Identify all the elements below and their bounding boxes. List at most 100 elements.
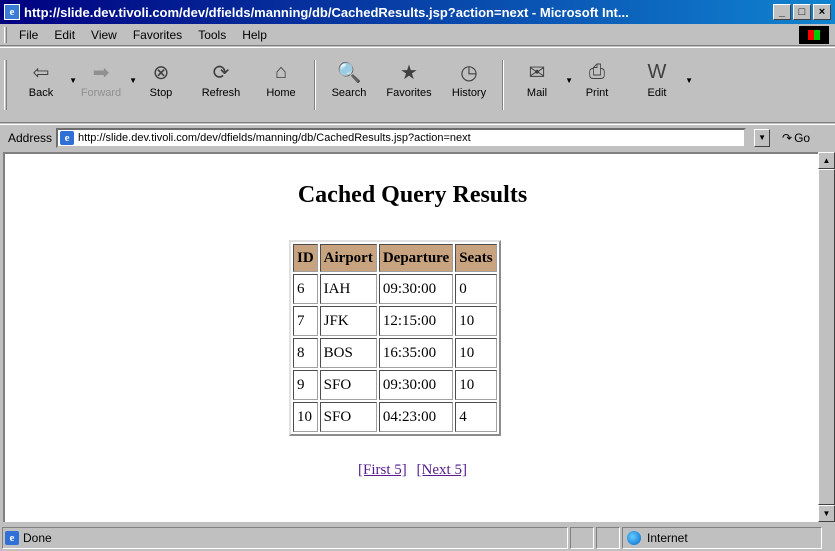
page-icon: e [60, 130, 75, 145]
home-icon: ⌂ [274, 60, 288, 83]
address-input[interactable]: e http://slide.dev.tivoli.com/dev/dfield… [56, 127, 747, 148]
table-row: 7 JFK 12:15:00 10 [293, 306, 497, 336]
home-label: Home [266, 87, 296, 99]
column-header-airport: Airport [319, 244, 377, 272]
address-url: http://slide.dev.tivoli.com/dev/dfields/… [78, 131, 471, 144]
toolbar-grip[interactable] [4, 60, 7, 110]
edit-button[interactable]: W Edit ▼ [627, 60, 693, 100]
cell-airport: IAH [319, 274, 377, 304]
maximize-button[interactable]: □ [793, 4, 811, 20]
history-icon: ◷ [460, 61, 478, 84]
refresh-label: Refresh [201, 87, 241, 99]
scroll-down-icon[interactable]: ▼ [818, 505, 835, 522]
first-5-link[interactable]: [First 5] [358, 462, 407, 478]
edit-label: Edit [647, 87, 667, 99]
cell-departure: 16:35:00 [378, 338, 454, 368]
go-button[interactable]: ↷ Go [782, 131, 810, 145]
ie-logo-icon: e [4, 4, 20, 20]
search-icon: 🔍 [336, 61, 362, 84]
edit-icon: W [647, 60, 667, 83]
address-label: Address [8, 130, 53, 145]
status-text: Done [23, 530, 52, 545]
table-row: 8 BOS 16:35:00 10 [293, 338, 497, 368]
stop-button[interactable]: ⊗ Stop [131, 60, 191, 100]
column-header-id: ID [293, 244, 318, 272]
cell-id: 6 [293, 274, 318, 304]
go-arrow-icon: ↷ [782, 130, 793, 145]
table-row: 10 SFO 04:23:00 4 [293, 402, 497, 432]
scroll-thumb[interactable] [818, 169, 835, 505]
status-text-pane: e Done [2, 526, 568, 549]
cell-seats: 4 [455, 402, 497, 432]
forward-button[interactable]: ➡ Forward ▼ [71, 60, 137, 100]
back-button[interactable]: ⇦ Back ▼ [11, 60, 77, 100]
menu-view[interactable]: View [83, 28, 125, 42]
page-title: Cached Query Results [297, 182, 528, 208]
page-icon: e [5, 530, 19, 545]
history-label: History [451, 87, 487, 99]
menu-file[interactable]: File [11, 28, 46, 42]
table-row: 9 SFO 09:30:00 10 [293, 370, 497, 400]
favorites-button[interactable]: ★ Favorites [379, 60, 439, 100]
windows-logo-throbber [799, 26, 829, 44]
refresh-icon: ⟳ [212, 61, 230, 84]
standard-toolbar: ⇦ Back ▼ ➡ Forward ▼ ⊗ Stop ⟳ Refresh ⌂ … [0, 47, 835, 123]
favorites-label: Favorites [386, 87, 432, 99]
forward-label: Forward [80, 87, 122, 99]
search-label: Search [331, 87, 367, 99]
internet-globe-icon [627, 530, 641, 545]
cell-seats: 10 [455, 306, 497, 336]
mail-button[interactable]: ✉ Mail ▼ [507, 60, 573, 100]
cell-id: 9 [293, 370, 318, 400]
address-dropdown-icon[interactable]: ▼ [754, 128, 771, 147]
cell-airport: SFO [319, 370, 377, 400]
pager: [First 5] [Next 5] [5, 462, 818, 479]
cell-seats: 10 [455, 370, 497, 400]
cell-departure: 09:30:00 [378, 274, 454, 304]
cell-departure: 09:30:00 [378, 370, 454, 400]
vertical-scrollbar[interactable]: ▲ ▼ [818, 152, 835, 522]
cell-airport: SFO [319, 402, 377, 432]
windows-flag-icon [808, 30, 820, 40]
history-button[interactable]: ◷ History [439, 60, 499, 100]
refresh-button[interactable]: ⟳ Refresh [191, 60, 251, 100]
menu-help[interactable]: Help [234, 28, 275, 42]
menu-edit[interactable]: Edit [46, 28, 83, 42]
status-pane-empty [596, 526, 620, 549]
mail-label: Mail [526, 87, 548, 99]
table-row: 6 IAH 09:30:00 0 [293, 274, 497, 304]
cell-departure: 04:23:00 [378, 402, 454, 432]
toolbar-separator [314, 60, 316, 110]
home-button[interactable]: ⌂ Home [251, 60, 311, 100]
cell-airport: BOS [319, 338, 377, 368]
column-header-seats: Seats [455, 244, 497, 272]
cell-seats: 10 [455, 338, 497, 368]
search-button[interactable]: 🔍 Search [319, 60, 379, 100]
window-title: http://slide.dev.tivoli.com/dev/dfields/… [24, 4, 629, 20]
mail-icon: ✉ [528, 61, 546, 84]
cell-seats: 0 [455, 274, 497, 304]
column-header-departure: Departure [378, 244, 454, 272]
favorites-icon: ★ [400, 61, 418, 84]
close-button[interactable]: × [813, 4, 831, 20]
next-5-link[interactable]: [Next 5] [417, 462, 467, 478]
cell-id: 8 [293, 338, 318, 368]
minimize-button[interactable]: _ [773, 4, 791, 20]
menubar-grip[interactable] [4, 26, 7, 43]
forward-arrow-icon: ➡ [92, 61, 110, 84]
menu-bar: File Edit View Favorites Tools Help [0, 24, 835, 46]
cell-id: 7 [293, 306, 318, 336]
print-icon: ⎙ [589, 60, 605, 83]
menu-favorites[interactable]: Favorites [125, 28, 190, 42]
results-table: ID Airport Departure Seats 6 IAH 09:30:0… [289, 240, 501, 436]
edit-dropdown-icon[interactable]: ▼ [685, 76, 693, 85]
cell-id: 10 [293, 402, 318, 432]
print-button[interactable]: ⎙ Print [567, 60, 627, 100]
menu-tools[interactable]: Tools [190, 28, 234, 42]
scroll-up-icon[interactable]: ▲ [818, 152, 835, 169]
window-titlebar[interactable]: e http://slide.dev.tivoli.com/dev/dfield… [0, 0, 835, 24]
toolbar-separator [502, 60, 504, 110]
address-bar: Address e http://slide.dev.tivoli.com/de… [0, 124, 835, 150]
go-label: Go [794, 130, 811, 145]
status-bar: e Done Internet [0, 524, 835, 551]
